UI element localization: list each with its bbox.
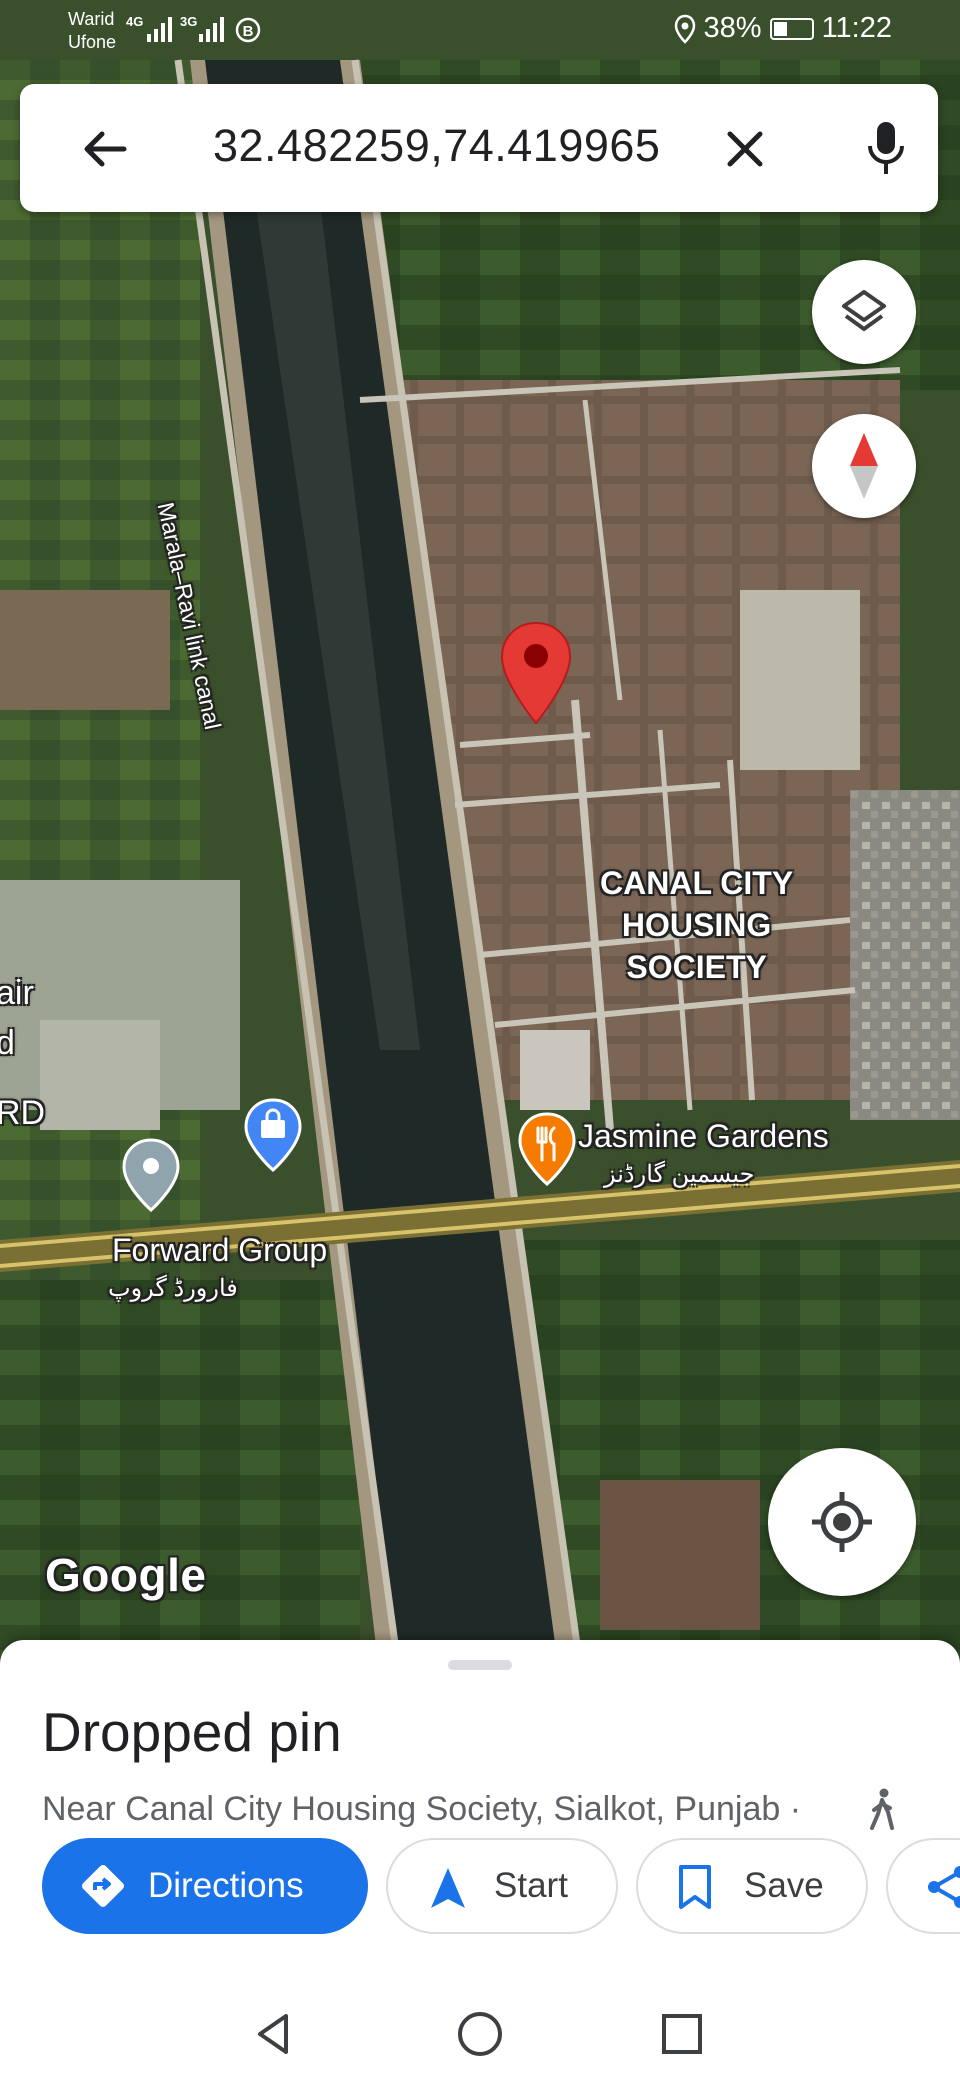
status-bar: Warid Ufone 4G 3G B 38% 11:22 [0, 0, 960, 66]
share-button[interactable] [886, 1838, 960, 1934]
forward-group-label[interactable]: Forward Group [112, 1232, 327, 1269]
partial-map-label: d [0, 1024, 15, 1062]
drag-handle[interactable] [448, 1660, 512, 1670]
bookmark-icon [679, 1865, 711, 1909]
restaurant-poi-icon[interactable] [518, 1112, 576, 1186]
battery-fill [773, 21, 788, 36]
layers-icon [842, 290, 886, 331]
network-type-2: 3G [180, 14, 198, 29]
society-label-line: CANAL CITY [600, 865, 794, 901]
carrier-names: Warid Ufone [68, 8, 116, 54]
jasmine-gardens-label[interactable]: Jasmine Gardens [578, 1118, 829, 1155]
navigation-arrow-icon [431, 1868, 465, 1908]
society-label[interactable]: CANAL CITY HOUSING SOCIETY [600, 862, 793, 988]
my-location-button[interactable] [768, 1448, 916, 1596]
save-label: Save [744, 1866, 824, 1905]
location-poi-icon[interactable] [122, 1138, 180, 1212]
b-circle-icon: B [235, 17, 261, 43]
carrier-2: Ufone [68, 32, 117, 52]
directions-icon [82, 1865, 124, 1907]
battery-percent: 38% [703, 12, 762, 44]
compass-icon [850, 433, 878, 499]
signal-icon [199, 17, 224, 42]
compass-button[interactable] [812, 414, 916, 518]
directions-label: Directions [148, 1866, 304, 1905]
search-bar[interactable]: 32.482259,74.419965 [20, 84, 938, 212]
save-button[interactable]: Save [636, 1838, 868, 1934]
place-bottom-sheet[interactable]: Dropped pin Near Canal City Housing Soci… [0, 1640, 960, 2000]
close-icon[interactable] [720, 124, 770, 174]
start-button[interactable]: Start [386, 1838, 618, 1934]
search-query[interactable]: 32.482259,74.419965 [213, 120, 660, 172]
dropped-pin-marker[interactable] [498, 620, 574, 726]
jasmine-gardens-urdu-label: جیسمین گارڈنز [604, 1161, 755, 1188]
society-label-line: HOUSING [621, 907, 772, 943]
clock: 11:22 [821, 12, 892, 44]
partial-map-label: RD [0, 1094, 46, 1132]
partial-map-label: air [0, 974, 34, 1012]
status-right: 38% 11:22 [674, 12, 892, 45]
society-label-line: SOCIETY [626, 949, 767, 985]
mic-icon[interactable] [866, 120, 906, 176]
network-type-1: 4G [126, 14, 144, 29]
start-label: Start [494, 1866, 568, 1905]
svg-text:B: B [243, 23, 254, 40]
carrier-1: Warid [68, 9, 115, 29]
location-icon [674, 14, 695, 44]
layers-button[interactable] [812, 260, 916, 364]
nav-home-icon[interactable] [456, 2010, 504, 2058]
map-view[interactable]: Marala–Ravi link canal CANAL CITY HOUSIN… [0, 0, 960, 1680]
shopping-poi-icon[interactable] [244, 1098, 302, 1172]
walking-icon [870, 1788, 894, 1830]
system-nav-bar [0, 1986, 960, 2082]
nav-recents-icon[interactable] [658, 2010, 706, 2058]
share-icon [928, 1866, 960, 1908]
directions-button[interactable]: Directions [42, 1838, 368, 1934]
satellite-imagery [0, 0, 960, 1680]
battery-icon [769, 17, 814, 40]
forward-group-urdu-label: فارورڈ گروپ [108, 1275, 238, 1302]
my-location-icon [812, 1492, 872, 1552]
google-logo: Google [45, 1549, 207, 1601]
place-address: Near Canal City Housing Society, Sialkot… [42, 1790, 802, 1828]
nav-back-icon[interactable] [250, 2010, 298, 2058]
signal-icon [147, 17, 172, 42]
back-arrow-icon[interactable] [80, 124, 130, 174]
place-title: Dropped pin [42, 1701, 342, 1763]
